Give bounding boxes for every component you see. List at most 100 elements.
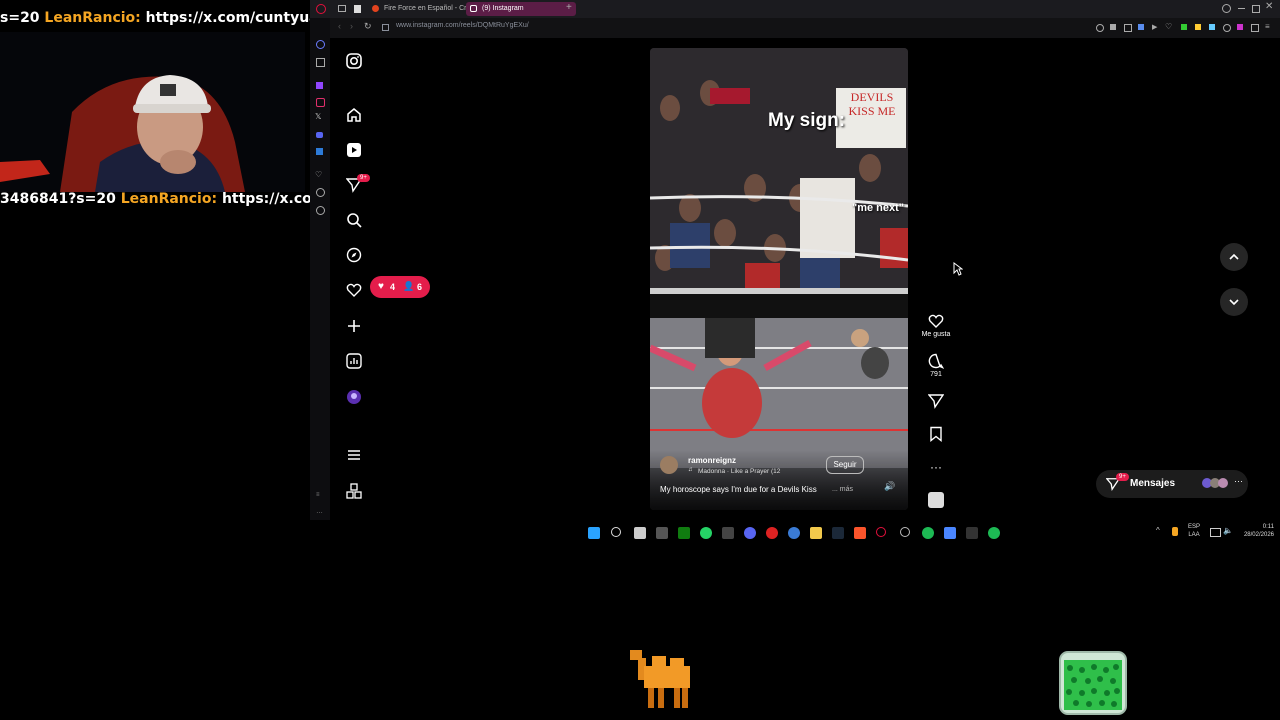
play-icon[interactable]: ▶ (1152, 23, 1157, 31)
tray-overflow-icon[interactable]: ^ (1156, 526, 1160, 535)
spotify-icon[interactable] (988, 527, 1000, 539)
sidebar-more-icon[interactable]: … (316, 508, 323, 515)
app-icon[interactable] (944, 527, 956, 539)
reels-icon[interactable] (344, 140, 364, 160)
comment-action[interactable]: 791 (916, 353, 956, 378)
meta-apps-icon[interactable] (344, 481, 364, 501)
language-indicator[interactable]: ESP LAA (1188, 523, 1200, 539)
download-icon[interactable] (1251, 24, 1259, 32)
bookmark-icon (930, 426, 942, 442)
speed-dial-icon[interactable] (316, 58, 325, 67)
settings-icon[interactable] (316, 206, 325, 215)
audio-thumbnail[interactable] (928, 492, 944, 508)
notifications-heart-icon[interactable] (344, 280, 364, 300)
follow-button[interactable]: Seguir (826, 456, 864, 474)
home-icon[interactable] (344, 105, 364, 125)
brave-icon[interactable] (854, 527, 866, 539)
tab-fire-force[interactable]: Fire Force en Español - Cr (368, 2, 476, 16)
extension-yellow-icon[interactable] (1195, 24, 1201, 30)
extension-pink-icon[interactable] (1237, 24, 1243, 30)
extension-green-icon[interactable] (1181, 24, 1187, 30)
app-icon[interactable] (900, 527, 910, 537)
xbox-icon[interactable] (678, 527, 690, 539)
file-explorer-icon[interactable] (810, 527, 822, 539)
history-icon[interactable] (316, 188, 325, 197)
tab-instagram[interactable]: (9) Instagram (466, 2, 576, 16)
menu-icon[interactable]: ≡ (1265, 22, 1270, 31)
save-action[interactable] (916, 426, 956, 444)
volume-tray-icon[interactable]: 🔈 (1223, 526, 1233, 535)
favorite-icon[interactable]: ♡ (1165, 22, 1172, 31)
chat-prefix: 3486841?s=20 (0, 191, 116, 207)
zoom-icon[interactable] (1096, 24, 1104, 32)
aria-icon[interactable] (316, 40, 325, 49)
network-icon[interactable] (1210, 528, 1221, 537)
chrome-icon[interactable] (788, 527, 800, 539)
back-icon[interactable]: ‹ (338, 21, 341, 31)
snapshot-icon[interactable] (1124, 24, 1132, 32)
vpn-icon[interactable] (1138, 24, 1144, 30)
new-tab-button[interactable]: + (566, 2, 572, 13)
windows-start-icon[interactable] (588, 527, 600, 539)
sidebar-setup-icon[interactable]: ≡ (316, 492, 320, 498)
author-username[interactable]: ramonreignz (688, 456, 736, 465)
app-icon[interactable] (766, 527, 778, 539)
app-icon[interactable] (656, 527, 668, 539)
reload-icon[interactable]: ↻ (364, 21, 372, 32)
share-action[interactable] (916, 393, 956, 411)
discord-taskbar-icon[interactable] (744, 527, 756, 539)
app-icon[interactable] (722, 527, 734, 539)
search-taskbar-icon[interactable] (611, 527, 621, 537)
clock[interactable]: 0:11 28/02/2026 (1240, 523, 1274, 539)
easy-setup-icon[interactable] (1223, 24, 1231, 32)
steam-icon[interactable] (832, 527, 844, 539)
x-twitter-icon[interactable]: 𝕏 (315, 112, 321, 121)
discord-icon[interactable] (316, 132, 323, 138)
profile-avatar-icon[interactable] (344, 387, 364, 407)
twitch-icon[interactable] (316, 82, 323, 89)
whatsapp-icon[interactable] (700, 527, 712, 539)
activity-notification-pill[interactable]: ♥ 4 👤 6 (370, 276, 430, 298)
search-icon[interactable] (344, 210, 364, 230)
previous-reel-button[interactable] (1220, 243, 1248, 271)
url-field[interactable]: www.instagram.com/reels/DQMtRuYgEXu/ (396, 22, 529, 29)
task-view-icon[interactable] (634, 527, 646, 539)
instagram-side-icon[interactable] (316, 98, 325, 107)
tab-bar: Fire Force en Español - Cr (9) Instagram… (310, 0, 1280, 18)
minimize-icon[interactable] (1238, 8, 1245, 9)
reel-overlay-text: My sign: (768, 110, 846, 131)
bookmarks-icon[interactable]: ♡ (315, 170, 322, 179)
chevron-down-icon (1229, 299, 1239, 306)
forward-icon[interactable]: › (350, 21, 353, 31)
dashboard-icon[interactable] (344, 351, 364, 371)
extension-blue-icon[interactable] (1209, 24, 1215, 30)
author-avatar[interactable] (660, 456, 678, 474)
chat-prefix: s=20 (0, 10, 40, 26)
more-menu-icon[interactable] (344, 445, 364, 465)
next-reel-button[interactable] (1220, 288, 1248, 316)
like-action[interactable]: Me gusta (916, 313, 956, 338)
close-icon[interactable]: ✕ (1265, 1, 1273, 12)
microphone-icon[interactable] (1172, 527, 1178, 536)
opera-taskbar-icon[interactable] (876, 527, 886, 537)
instagram-logo-icon[interactable] (344, 51, 364, 71)
pinned-tab-icon[interactable] (354, 5, 361, 13)
workspaces-icon[interactable] (338, 5, 346, 12)
song-title[interactable]: Madonna · Like a Prayer (12 (698, 468, 780, 475)
reel-video[interactable]: My sign: DEVILS KISS ME "me next" ramonr… (650, 48, 908, 510)
explore-icon[interactable] (344, 245, 364, 265)
messenger-icon[interactable] (316, 148, 323, 155)
create-icon[interactable] (344, 316, 364, 336)
app-icon[interactable] (966, 527, 978, 539)
opera-logo-icon[interactable] (316, 4, 326, 14)
contact-avatar (1218, 478, 1228, 488)
maximize-icon[interactable] (1252, 5, 1260, 13)
search-tabs-icon[interactable] (1222, 4, 1231, 13)
extension-icon[interactable] (1110, 24, 1116, 30)
more-options-icon[interactable]: ··· (916, 460, 956, 474)
volume-icon[interactable]: 🔊 (884, 481, 895, 492)
messages-button[interactable]: 9+ Mensajes ··· (1096, 470, 1248, 498)
lock-icon (382, 24, 389, 31)
spotify-icon[interactable] (922, 527, 934, 539)
more-caption-link[interactable]: ... más (832, 486, 853, 493)
